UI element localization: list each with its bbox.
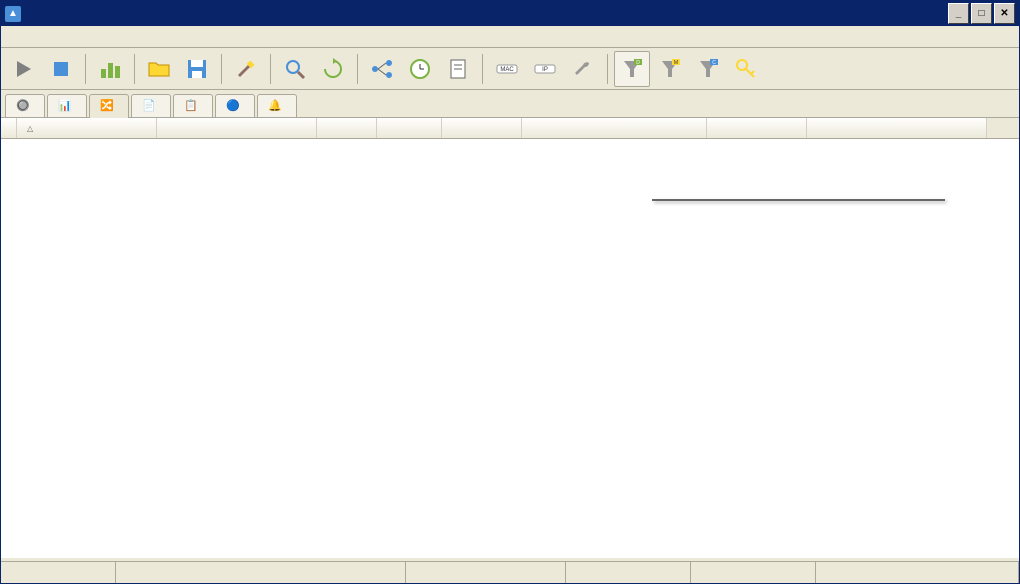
maximize-button[interactable]: □ (971, 3, 992, 24)
filter-m-button[interactable]: M (652, 51, 688, 87)
col-sessions[interactable] (442, 118, 522, 138)
connections-icon: 🔀 (100, 99, 114, 113)
col-hostname[interactable] (707, 118, 807, 138)
col-ports[interactable] (522, 118, 707, 138)
refresh-button[interactable] (315, 51, 351, 87)
menu-tools[interactable] (63, 34, 79, 40)
wrench-button[interactable] (565, 51, 601, 87)
menu-view[interactable] (45, 34, 61, 40)
alarms-icon: 🔔 (268, 99, 282, 113)
tab-alarms[interactable]: 🔔 (257, 94, 297, 117)
col-bytes[interactable] (807, 118, 987, 138)
status-rules (566, 562, 691, 583)
svg-text:IP: IP (542, 67, 548, 73)
menubar (1, 26, 1019, 48)
filter-c-button[interactable]: C (690, 51, 726, 87)
status-cpu (816, 562, 1019, 583)
nodes-icon: 🔘 (16, 99, 30, 113)
svg-text:M: M (674, 60, 678, 66)
svg-text:MAC: MAC (500, 67, 514, 73)
col-out[interactable] (377, 118, 442, 138)
col-source-ip[interactable]: △ (17, 118, 157, 138)
network-button[interactable] (364, 51, 400, 87)
tab-rules[interactable]: 🔵 (215, 94, 255, 117)
folder-button[interactable] (141, 51, 177, 87)
chart-button[interactable] (92, 51, 128, 87)
tab-channels[interactable]: 📊 (47, 94, 87, 117)
key-button[interactable] (728, 51, 764, 87)
save-button[interactable] (179, 51, 215, 87)
status-alarms (691, 562, 816, 583)
mac-button[interactable]: MAC (489, 51, 525, 87)
statusbar (1, 561, 1019, 583)
filter-d-button[interactable]: D (614, 51, 650, 87)
clock-button[interactable] (402, 51, 438, 87)
close-button[interactable]: ✕ (994, 3, 1015, 24)
menu-search[interactable] (27, 34, 43, 40)
logging-icon: 📋 (184, 99, 198, 113)
col-destination-ip[interactable] (157, 118, 317, 138)
tab-latest-ip-connections[interactable]: 🔀 (89, 94, 129, 118)
window-controls: _ □ ✕ (948, 3, 1015, 24)
menu-settings[interactable] (81, 34, 97, 40)
svg-text:C: C (712, 60, 716, 66)
status-autosave (406, 562, 566, 583)
sort-asc-icon: △ (27, 124, 33, 133)
col-in[interactable] (317, 118, 377, 138)
menu-rules[interactable] (99, 34, 115, 40)
channels-icon: 📊 (58, 99, 72, 113)
rules-icon: 🔵 (226, 99, 240, 113)
toolbar: MAC IP D M C (1, 48, 1019, 90)
report-button[interactable] (440, 51, 476, 87)
stop-button[interactable] (43, 51, 79, 87)
connections-table: △ (1, 118, 1019, 558)
packets-icon: 📄 (142, 99, 156, 113)
context-menu (652, 199, 945, 201)
table-header: △ (1, 118, 1019, 139)
app-icon: ▲ (5, 6, 21, 22)
menu-file[interactable] (9, 34, 25, 40)
titlebar: ▲ _ □ ✕ (1, 1, 1019, 26)
brush-button[interactable] (228, 51, 264, 87)
svg-text:D: D (636, 60, 640, 66)
tabs-bar: 🔘 📊 🔀 📄 📋 🔵 🔔 (1, 90, 1019, 118)
tab-nodes[interactable]: 🔘 (5, 94, 45, 117)
minimize-button[interactable]: _ (948, 3, 969, 24)
status-packets (116, 562, 406, 583)
main-window: ▲ _ □ ✕ MAC IP (0, 0, 1020, 584)
menu-help[interactable] (117, 34, 133, 40)
tab-packets[interactable]: 📄 (131, 94, 171, 117)
tab-logging[interactable]: 📋 (173, 94, 213, 117)
play-button[interactable] (5, 51, 41, 87)
ip-button[interactable]: IP (527, 51, 563, 87)
status-capture (1, 562, 116, 583)
search-button[interactable] (277, 51, 313, 87)
col-arrow[interactable] (1, 118, 17, 138)
